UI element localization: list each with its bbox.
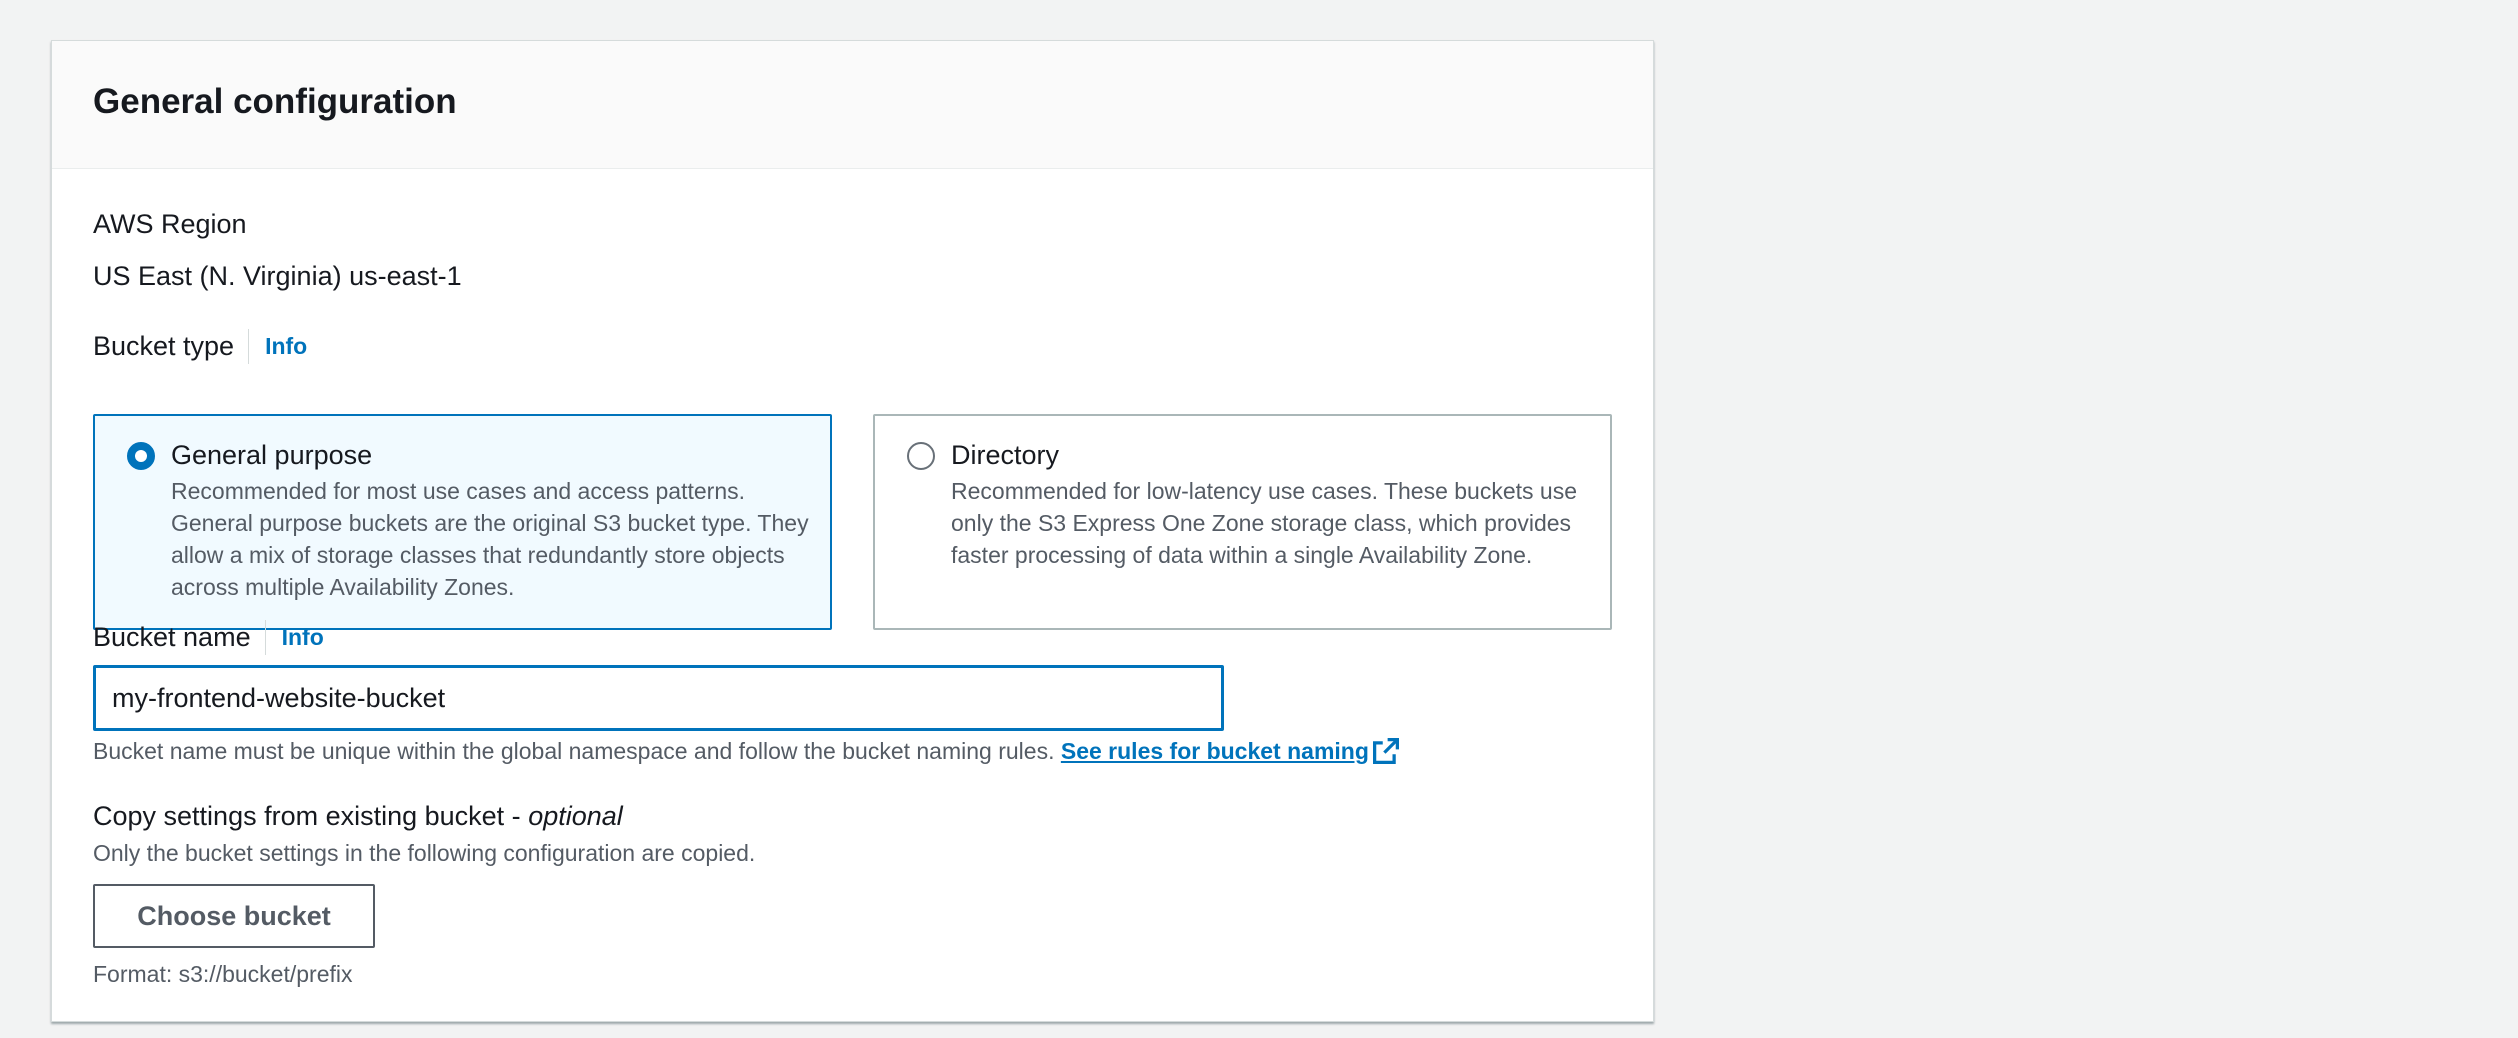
directory-title: Directory xyxy=(951,440,1060,470)
general-purpose-description: Recommended for most use cases and acces… xyxy=(171,478,809,601)
bucket-type-directory-tile[interactable]: Directory Recommended for low-latency us… xyxy=(873,414,1612,630)
bucket-type-info-link[interactable]: Info xyxy=(248,329,307,364)
panel-title: General configuration xyxy=(93,82,457,121)
general-purpose-title: General purpose xyxy=(171,440,373,470)
bucket-name-input[interactable] xyxy=(93,665,1224,731)
bucket-naming-rules-link-label: See rules for bucket naming xyxy=(1060,738,1369,764)
format-hint: Format: s3://bucket/prefix xyxy=(93,961,353,987)
copy-settings-label: Copy settings from existing bucket - opt… xyxy=(93,801,623,832)
aws-region-value: US East (N. Virginia) us-east-1 xyxy=(93,261,462,291)
directory-radio[interactable] xyxy=(907,442,935,470)
panel-header: General configuration xyxy=(52,41,1653,169)
general-configuration-panel: General configuration AWS Region US East… xyxy=(51,40,1654,1022)
bucket-type-header: Bucket type Info xyxy=(93,329,307,364)
bucket-name-info-link[interactable]: Info xyxy=(264,620,324,655)
bucket-naming-rules-link[interactable]: See rules for bucket naming xyxy=(1061,738,1399,764)
bucket-name-hint: Bucket name must be unique within the gl… xyxy=(93,738,1399,765)
bucket-name-label: Bucket name xyxy=(93,622,251,652)
bucket-name-hint-text: Bucket name must be unique within the gl… xyxy=(93,738,1055,764)
copy-settings-optional: optional xyxy=(528,801,623,831)
copy-settings-description: Only the bucket settings in the followin… xyxy=(93,840,756,866)
bucket-name-header: Bucket name Info xyxy=(93,620,324,655)
directory-description: Recommended for low-latency use cases. T… xyxy=(951,478,1577,569)
bucket-type-label: Bucket type xyxy=(93,331,235,361)
aws-region-label: AWS Region xyxy=(93,209,247,239)
bucket-type-general-purpose-tile[interactable]: General purpose Recommended for most use… xyxy=(93,414,832,630)
choose-bucket-button[interactable]: Choose bucket xyxy=(93,884,375,948)
copy-settings-label-text: Copy settings from existing bucket - xyxy=(93,801,529,831)
general-purpose-radio[interactable] xyxy=(127,442,155,470)
external-link-icon xyxy=(1372,738,1399,764)
